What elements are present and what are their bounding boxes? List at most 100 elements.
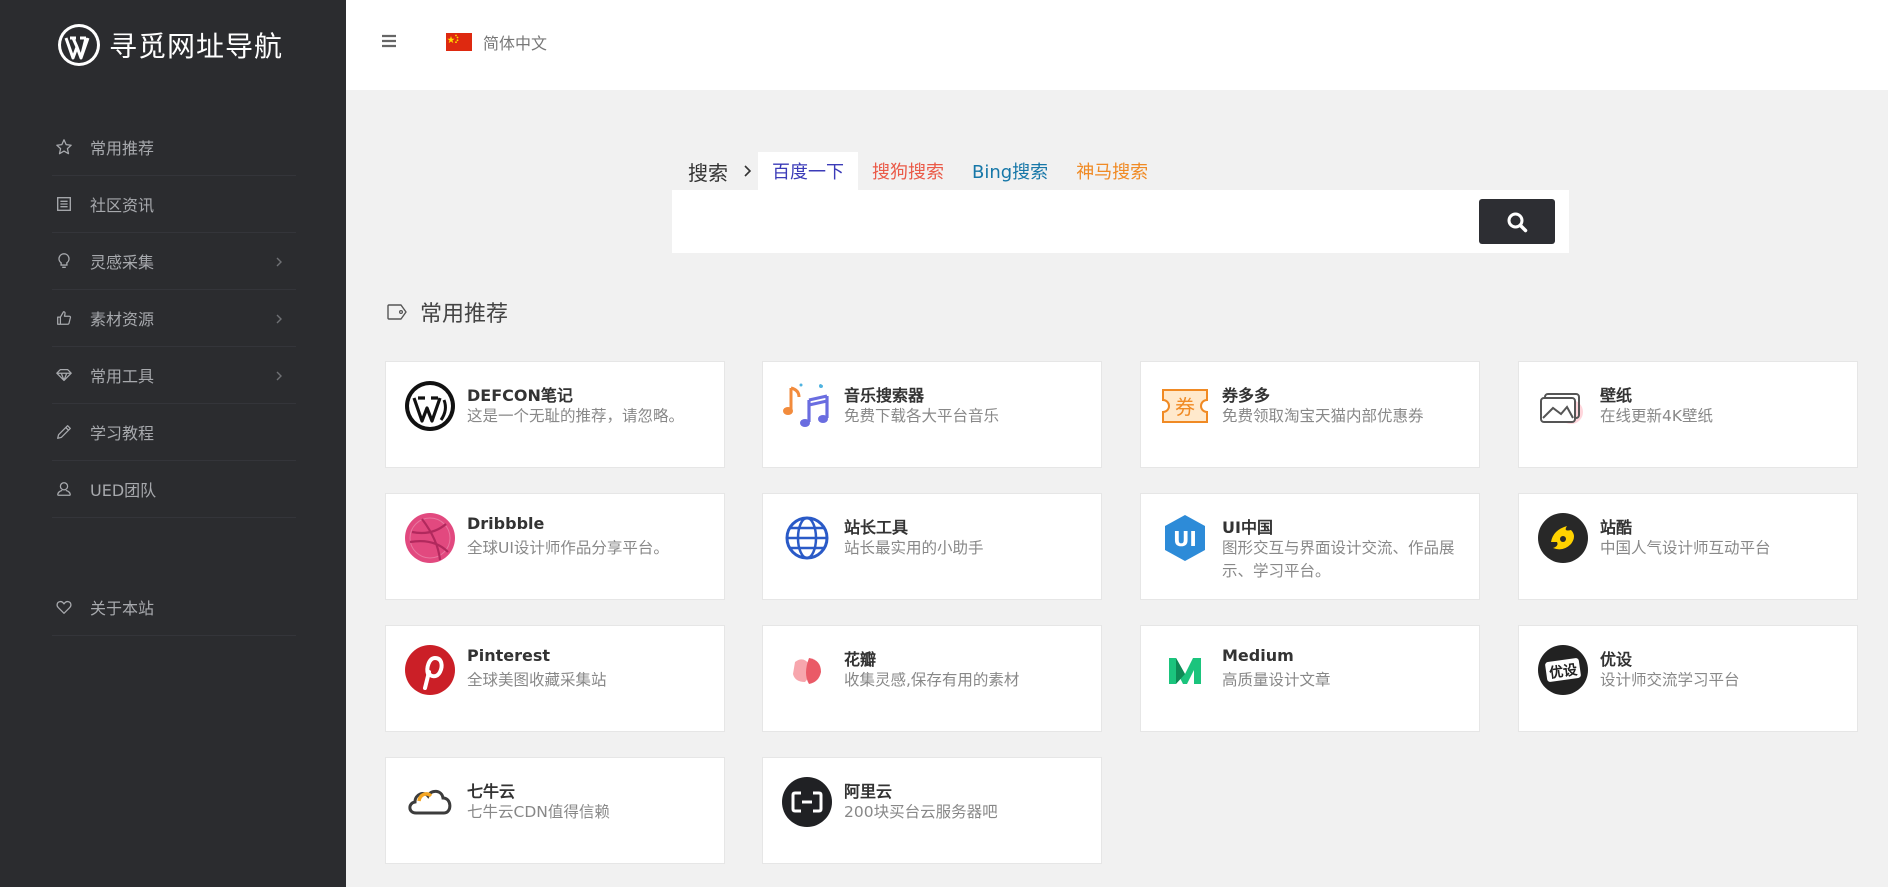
search-icon [1507,212,1528,232]
site-card-ui-china[interactable]: UI UI中国 图形交互与界面设计交流、作品展示、学习平台。 [1140,493,1480,600]
sidebar-item-inspiration[interactable]: 灵感采集 [52,233,296,290]
china-flag-icon [446,33,472,51]
sidebar: 寻觅网址导航 常用推荐 社区资讯 灵感采集 素材资源 常用工具 学习教程 UED… [0,0,346,887]
search-input[interactable] [672,190,1472,253]
card-title: DEFCON笔记 [467,386,573,405]
site-card-webmaster-tools[interactable]: 站长工具 站长最实用的小助手 [762,493,1102,600]
star-icon [54,137,74,157]
site-logo[interactable]: 寻觅网址导航 [57,23,283,67]
coupon-icon-text: 券 [1175,395,1195,419]
card-title: 站长工具 [844,518,909,537]
section-header: 常用推荐 [386,296,508,328]
language-switcher[interactable]: 简体中文 [446,30,547,54]
card-description: 全球UI设计师作品分享平台。 [467,539,669,557]
site-card-qiniu[interactable]: 七牛云 七牛云CDN值得信赖 [385,757,725,864]
card-title: Pinterest [467,646,551,665]
sidebar-item-label: 关于本站 [90,599,155,618]
site-card-defcon[interactable]: DEFCON笔记 这是一个无耻的推荐，请忽略。 [385,361,725,468]
card-title: Medium [1222,646,1294,665]
card-description: 200块买台云服务器吧 [844,803,998,821]
card-description: 全球美图收藏采集站 [467,671,607,689]
sidebar-item-ued-team[interactable]: UED团队 [52,461,296,518]
dribbble-icon [404,512,456,564]
tab-baidu[interactable]: 百度一下 [758,152,858,190]
site-card-pinterest[interactable]: Pinterest 全球美图收藏采集站 [385,625,725,732]
card-description: 在线更新4K壁纸 [1600,407,1714,425]
card-title: 券多多 [1222,386,1271,405]
pinterest-icon [404,644,456,696]
tab-bing[interactable]: Bing搜索 [958,152,1062,190]
thumbs-up-icon [54,308,74,328]
card-title: 壁纸 [1600,386,1633,405]
card-title: Dribbble [467,514,545,533]
sidebar-item-tools[interactable]: 常用工具 [52,347,296,404]
search-engine-tabs: 搜索 百度一下 搜狗搜索 Bing搜索 神马搜索 [672,152,1162,190]
section-title: 常用推荐 [420,302,509,327]
card-title: 阿里云 [844,782,893,801]
card-title: 七牛云 [467,782,516,801]
card-description: 这是一个无耻的推荐，请忽略。 [467,407,685,425]
ui-china-icon: UI [1159,512,1211,564]
language-label: 简体中文 [483,34,548,53]
search-box [672,190,1569,253]
user-icon [54,479,74,499]
card-description: 设计师交流学习平台 [1600,671,1740,689]
site-card-music-search[interactable]: 音乐搜索器 免费下载各大平台音乐 [762,361,1102,468]
card-title: 音乐搜索器 [844,386,925,405]
sidebar-item-materials[interactable]: 素材资源 [52,290,296,347]
card-title: 花瓣 [844,650,877,669]
qiniu-cloud-icon [404,776,456,828]
wallpaper-icon [1537,380,1589,432]
aliyun-icon [781,776,833,828]
sidebar-item-label: UED团队 [90,481,157,500]
sidebar-item-about[interactable]: 关于本站 [52,579,296,636]
card-description: 七牛云CDN值得信赖 [467,803,610,821]
site-card-medium[interactable]: Medium 高质量设计文章 [1140,625,1480,732]
site-card-coupons[interactable]: 券 券多多 免费领取淘宝天猫内部优惠券 [1140,361,1480,468]
coupon-icon: 券 [1159,380,1211,432]
zcool-icon [1537,512,1589,564]
card-description: 免费领取淘宝天猫内部优惠券 [1222,407,1424,425]
card-description: 收集灵感,保存有用的素材 [844,671,1020,689]
site-card-wallpaper[interactable]: 壁纸 在线更新4K壁纸 [1518,361,1858,468]
huaban-icon [781,644,833,696]
music-notes-icon [781,380,833,432]
medium-icon [1159,644,1211,696]
sidebar-item-label: 学习教程 [90,424,155,443]
wordpress-logo-icon [58,24,100,66]
card-title: UI中国 [1222,518,1273,537]
card-description: 站长最实用的小助手 [844,539,984,557]
site-card-huaban[interactable]: 花瓣 收集灵感,保存有用的素材 [762,625,1102,732]
globe-icon [781,512,833,564]
card-title: 优设 [1600,650,1633,669]
chevron-right-icon [736,152,758,190]
chevron-right-icon [276,371,282,381]
site-card-uisdc[interactable]: 优设 优设 设计师交流学习平台 [1518,625,1858,732]
wordpress-icon [404,380,456,432]
card-description: 免费下载各大平台音乐 [844,407,1000,425]
sidebar-item-community-news[interactable]: 社区资讯 [52,176,296,233]
sidebar-item-label: 常用工具 [90,367,155,386]
site-card-aliyun[interactable]: 阿里云 200块买台云服务器吧 [762,757,1102,864]
search-button[interactable] [1479,199,1555,244]
site-card-zcool[interactable]: 站酷 中国人气设计师互动平台 [1518,493,1858,600]
diamond-icon [54,365,74,385]
newspaper-icon [54,194,74,214]
top-bar: 简体中文 [346,0,1888,90]
sidebar-item-label: 灵感采集 [90,253,155,272]
chevron-right-icon [276,314,282,324]
search-label: 搜索 [688,160,728,185]
card-description: 中国人气设计师互动平台 [1600,539,1771,557]
card-description: 图形交互与界面设计交流、作品展示、学习平台。 [1222,539,1455,580]
sidebar-item-tutorials[interactable]: 学习教程 [52,404,296,461]
tab-shenma[interactable]: 神马搜索 [1062,152,1162,190]
ui-china-icon-text: UI [1173,527,1197,551]
card-description: 高质量设计文章 [1222,671,1331,689]
tab-sogou[interactable]: 搜狗搜索 [858,152,958,190]
uisdc-icon: 优设 [1537,644,1589,696]
pencil-icon [54,422,74,442]
hamburger-menu-icon[interactable] [378,30,400,52]
site-title: 寻觅网址导航 [109,30,284,63]
sidebar-item-recommended[interactable]: 常用推荐 [52,119,296,176]
site-card-dribbble[interactable]: Dribbble 全球UI设计师作品分享平台。 [385,493,725,600]
